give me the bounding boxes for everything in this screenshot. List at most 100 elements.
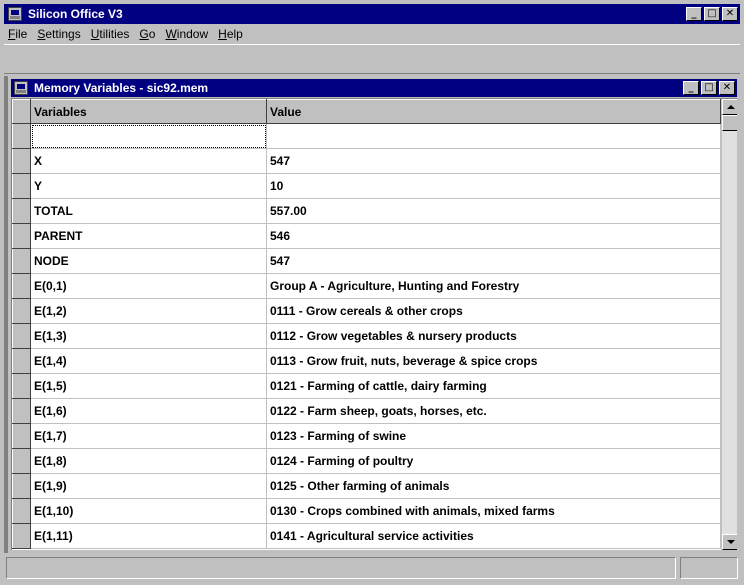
menu-label-rest: ile (15, 27, 28, 41)
menu-label-rest: tilities (99, 27, 130, 41)
menu-settings[interactable]: Settings (37, 27, 80, 41)
menu-accelerator: H (218, 27, 227, 41)
table-row[interactable]: Y 10 (12, 173, 721, 199)
value-cell[interactable]: 547 (266, 248, 721, 274)
menu-help[interactable]: Help (218, 27, 243, 41)
table-row[interactable]: E(1,4) 0113 - Grow fruit, nuts, beverage … (12, 348, 721, 374)
variables-grid: Variables Value X 547 Y 10 TOTAL 557.00 PARENT… (12, 99, 721, 549)
row-selector[interactable] (12, 373, 31, 399)
column-header-variables[interactable]: Variables (30, 99, 267, 124)
table-row[interactable]: TOTAL 557.00 (12, 198, 721, 224)
value-cell[interactable]: 557.00 (266, 198, 721, 224)
value-cell[interactable]: 0112 - Grow vegetables & nursery product… (266, 323, 721, 349)
app-computer-icon[interactable] (8, 7, 22, 21)
value-cell[interactable]: 0113 - Grow fruit, nuts, beverage & spic… (266, 348, 721, 374)
vertical-scrollbar[interactable] (721, 99, 737, 550)
row-selector[interactable] (12, 398, 31, 424)
scroll-up-button[interactable] (722, 99, 737, 115)
value-cell[interactable]: 0141 - Agricultural service activities (266, 523, 721, 549)
table-row[interactable]: E(1,6) 0122 - Farm sheep, goats, horses, … (12, 398, 721, 424)
variable-cell[interactable]: NODE (30, 248, 267, 274)
row-selector[interactable] (12, 498, 31, 524)
variable-cell[interactable]: E(1,7) (30, 423, 267, 449)
status-pane-secondary (680, 557, 738, 579)
variable-cell[interactable]: E(1,8) (30, 448, 267, 474)
value-cell[interactable]: 546 (266, 223, 721, 249)
row-selector[interactable] (12, 173, 31, 199)
variable-cell[interactable]: E(1,5) (30, 373, 267, 399)
value-cell[interactable]: 0124 - Farming of poultry (266, 448, 721, 474)
child-titlebar[interactable]: Memory Variables - sic92.mem _ □ ✕ (11, 79, 737, 97)
scroll-down-button[interactable] (722, 534, 737, 550)
table-row[interactable]: E(1,3) 0112 - Grow vegetables & nursery p… (12, 323, 721, 349)
variable-cell[interactable]: X (30, 148, 267, 174)
row-selector[interactable] (12, 448, 31, 474)
close-button[interactable]: ✕ (722, 7, 738, 21)
variable-cell[interactable]: PARENT (30, 223, 267, 249)
app-titlebar[interactable]: Silicon Office V3 _ □ ✕ (4, 4, 740, 24)
value-cell[interactable]: Group A - Agriculture, Hunting and Fores… (266, 273, 721, 299)
variable-cell[interactable]: E(1,9) (30, 473, 267, 499)
child-close-button[interactable]: ✕ (719, 81, 735, 95)
menu-file[interactable]: File (8, 27, 27, 41)
maximize-button[interactable]: □ (704, 7, 720, 21)
value-cell[interactable]: 0130 - Crops combined with animals, mixe… (266, 498, 721, 524)
menu-utilities[interactable]: Utilities (91, 27, 130, 41)
row-selector[interactable] (12, 223, 31, 249)
table-row[interactable]: E(1,8) 0124 - Farming of poultry (12, 448, 721, 474)
table-row[interactable]: E(1,2) 0111 - Grow cereals & other crops (12, 298, 721, 324)
variable-cell[interactable]: E(1,2) (30, 298, 267, 324)
row-selector[interactable] (12, 423, 31, 449)
column-header-value[interactable]: Value (266, 99, 721, 124)
variable-cell[interactable]: TOTAL (30, 198, 267, 224)
variable-cell[interactable]: E(1,6) (30, 398, 267, 424)
row-selector[interactable] (12, 523, 31, 549)
variable-cell[interactable]: E(1,3) (30, 323, 267, 349)
row-selector[interactable] (12, 248, 31, 274)
table-row[interactable] (12, 123, 721, 149)
child-window-icon[interactable] (14, 81, 28, 95)
menu-go[interactable]: Go (139, 27, 155, 41)
table-row[interactable]: E(1,7) 0123 - Farming of swine (12, 423, 721, 449)
variable-cell[interactable]: E(1,4) (30, 348, 267, 374)
row-selector[interactable] (12, 273, 31, 299)
scroll-thumb[interactable] (722, 115, 737, 131)
value-cell[interactable]: 0125 - Other farming of animals (266, 473, 721, 499)
child-maximize-button[interactable]: □ (701, 81, 717, 95)
menu-window[interactable]: Window (165, 27, 208, 41)
value-cell[interactable]: 10 (266, 173, 721, 199)
variable-cell[interactable]: Y (30, 173, 267, 199)
value-cell[interactable]: 547 (266, 148, 721, 174)
variable-cell[interactable]: E(0,1) (30, 273, 267, 299)
value-cell[interactable]: 0121 - Farming of cattle, dairy farming (266, 373, 721, 399)
row-selector[interactable] (12, 123, 31, 149)
value-cell[interactable] (266, 123, 721, 149)
menu-label-rest: elp (226, 27, 243, 41)
row-selector[interactable] (12, 198, 31, 224)
table-row[interactable]: E(1,9) 0125 - Other farming of animals (12, 473, 721, 499)
table-row[interactable]: PARENT 546 (12, 223, 721, 249)
variable-cell[interactable] (30, 123, 267, 149)
value-cell[interactable]: 0123 - Farming of swine (266, 423, 721, 449)
minimize-button[interactable]: _ (686, 7, 702, 21)
row-selector[interactable] (12, 348, 31, 374)
variable-cell[interactable]: E(1,11) (30, 523, 267, 549)
up-arrow-icon (727, 105, 735, 109)
toolbar-area (4, 44, 740, 74)
table-row[interactable]: NODE 547 (12, 248, 721, 274)
variable-cell[interactable]: E(1,10) (30, 498, 267, 524)
row-selector[interactable] (12, 473, 31, 499)
table-row[interactable]: E(0,1) Group A - Agriculture, Hunting and… (12, 273, 721, 299)
table-row[interactable]: E(1,11) 0141 - Agricultural service activ… (12, 523, 721, 549)
grid-corner-cell[interactable] (12, 99, 31, 124)
menu-label-rest: ettings (45, 27, 81, 41)
row-selector[interactable] (12, 323, 31, 349)
child-minimize-button[interactable]: _ (683, 81, 699, 95)
row-selector[interactable] (12, 298, 31, 324)
table-row[interactable]: E(1,5) 0121 - Farming of cattle, dairy fa… (12, 373, 721, 399)
table-row[interactable]: X 547 (12, 148, 721, 174)
table-row[interactable]: E(1,10) 0130 - Crops combined with animal… (12, 498, 721, 524)
value-cell[interactable]: 0122 - Farm sheep, goats, horses, etc. (266, 398, 721, 424)
value-cell[interactable]: 0111 - Grow cereals & other crops (266, 298, 721, 324)
row-selector[interactable] (12, 148, 31, 174)
